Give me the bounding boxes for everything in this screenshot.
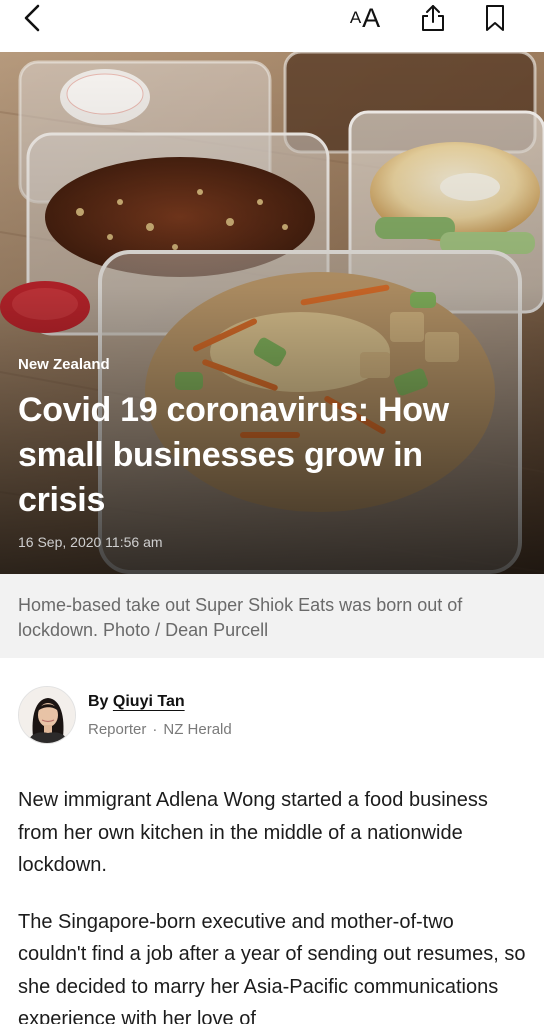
author-portrait-image <box>19 687 75 743</box>
author-name-link[interactable]: Qiuyi Tan <box>113 693 185 710</box>
article-headline: Covid 19 coronavirus: How small business… <box>18 391 449 519</box>
article-category[interactable]: New Zealand <box>18 356 110 373</box>
byline-text: By Qiuyi Tan <box>88 693 185 711</box>
text-size-small-label: A <box>349 8 362 27</box>
back-button[interactable] <box>14 0 50 36</box>
text-size-button[interactable]: AA <box>342 0 388 36</box>
meta-separator: · <box>152 721 158 738</box>
publisher-name: NZ Herald <box>163 721 232 738</box>
byline-prefix: By <box>88 693 109 710</box>
article-body: New immigrant Adlena Wong started a food… <box>18 784 526 1024</box>
share-icon <box>422 5 444 31</box>
text-size-large-label: A <box>362 2 381 33</box>
share-button[interactable] <box>416 0 450 36</box>
top-toolbar: AA <box>0 0 544 52</box>
chevron-left-icon <box>24 4 40 32</box>
bookmark-button[interactable] <box>478 0 512 36</box>
article-paragraph: The Singapore-born executive and mother-… <box>18 910 526 1024</box>
author-byline[interactable]: By Qiuyi Tan Reporter · NZ Herald <box>0 686 544 746</box>
article-timestamp: 16 Sep, 2020 11:56 am <box>18 534 163 550</box>
bookmark-icon <box>486 5 504 31</box>
article-paragraph: New immigrant Adlena Wong started a food… <box>18 789 488 876</box>
hero-image[interactable]: New Zealand Covid 19 coronavirus: How sm… <box>0 52 544 574</box>
photo-caption: Home-based take out Super Shiok Eats was… <box>0 574 544 658</box>
author-meta: Reporter · NZ Herald <box>88 721 232 738</box>
author-role: Reporter <box>88 721 147 738</box>
author-avatar[interactable] <box>18 686 76 744</box>
